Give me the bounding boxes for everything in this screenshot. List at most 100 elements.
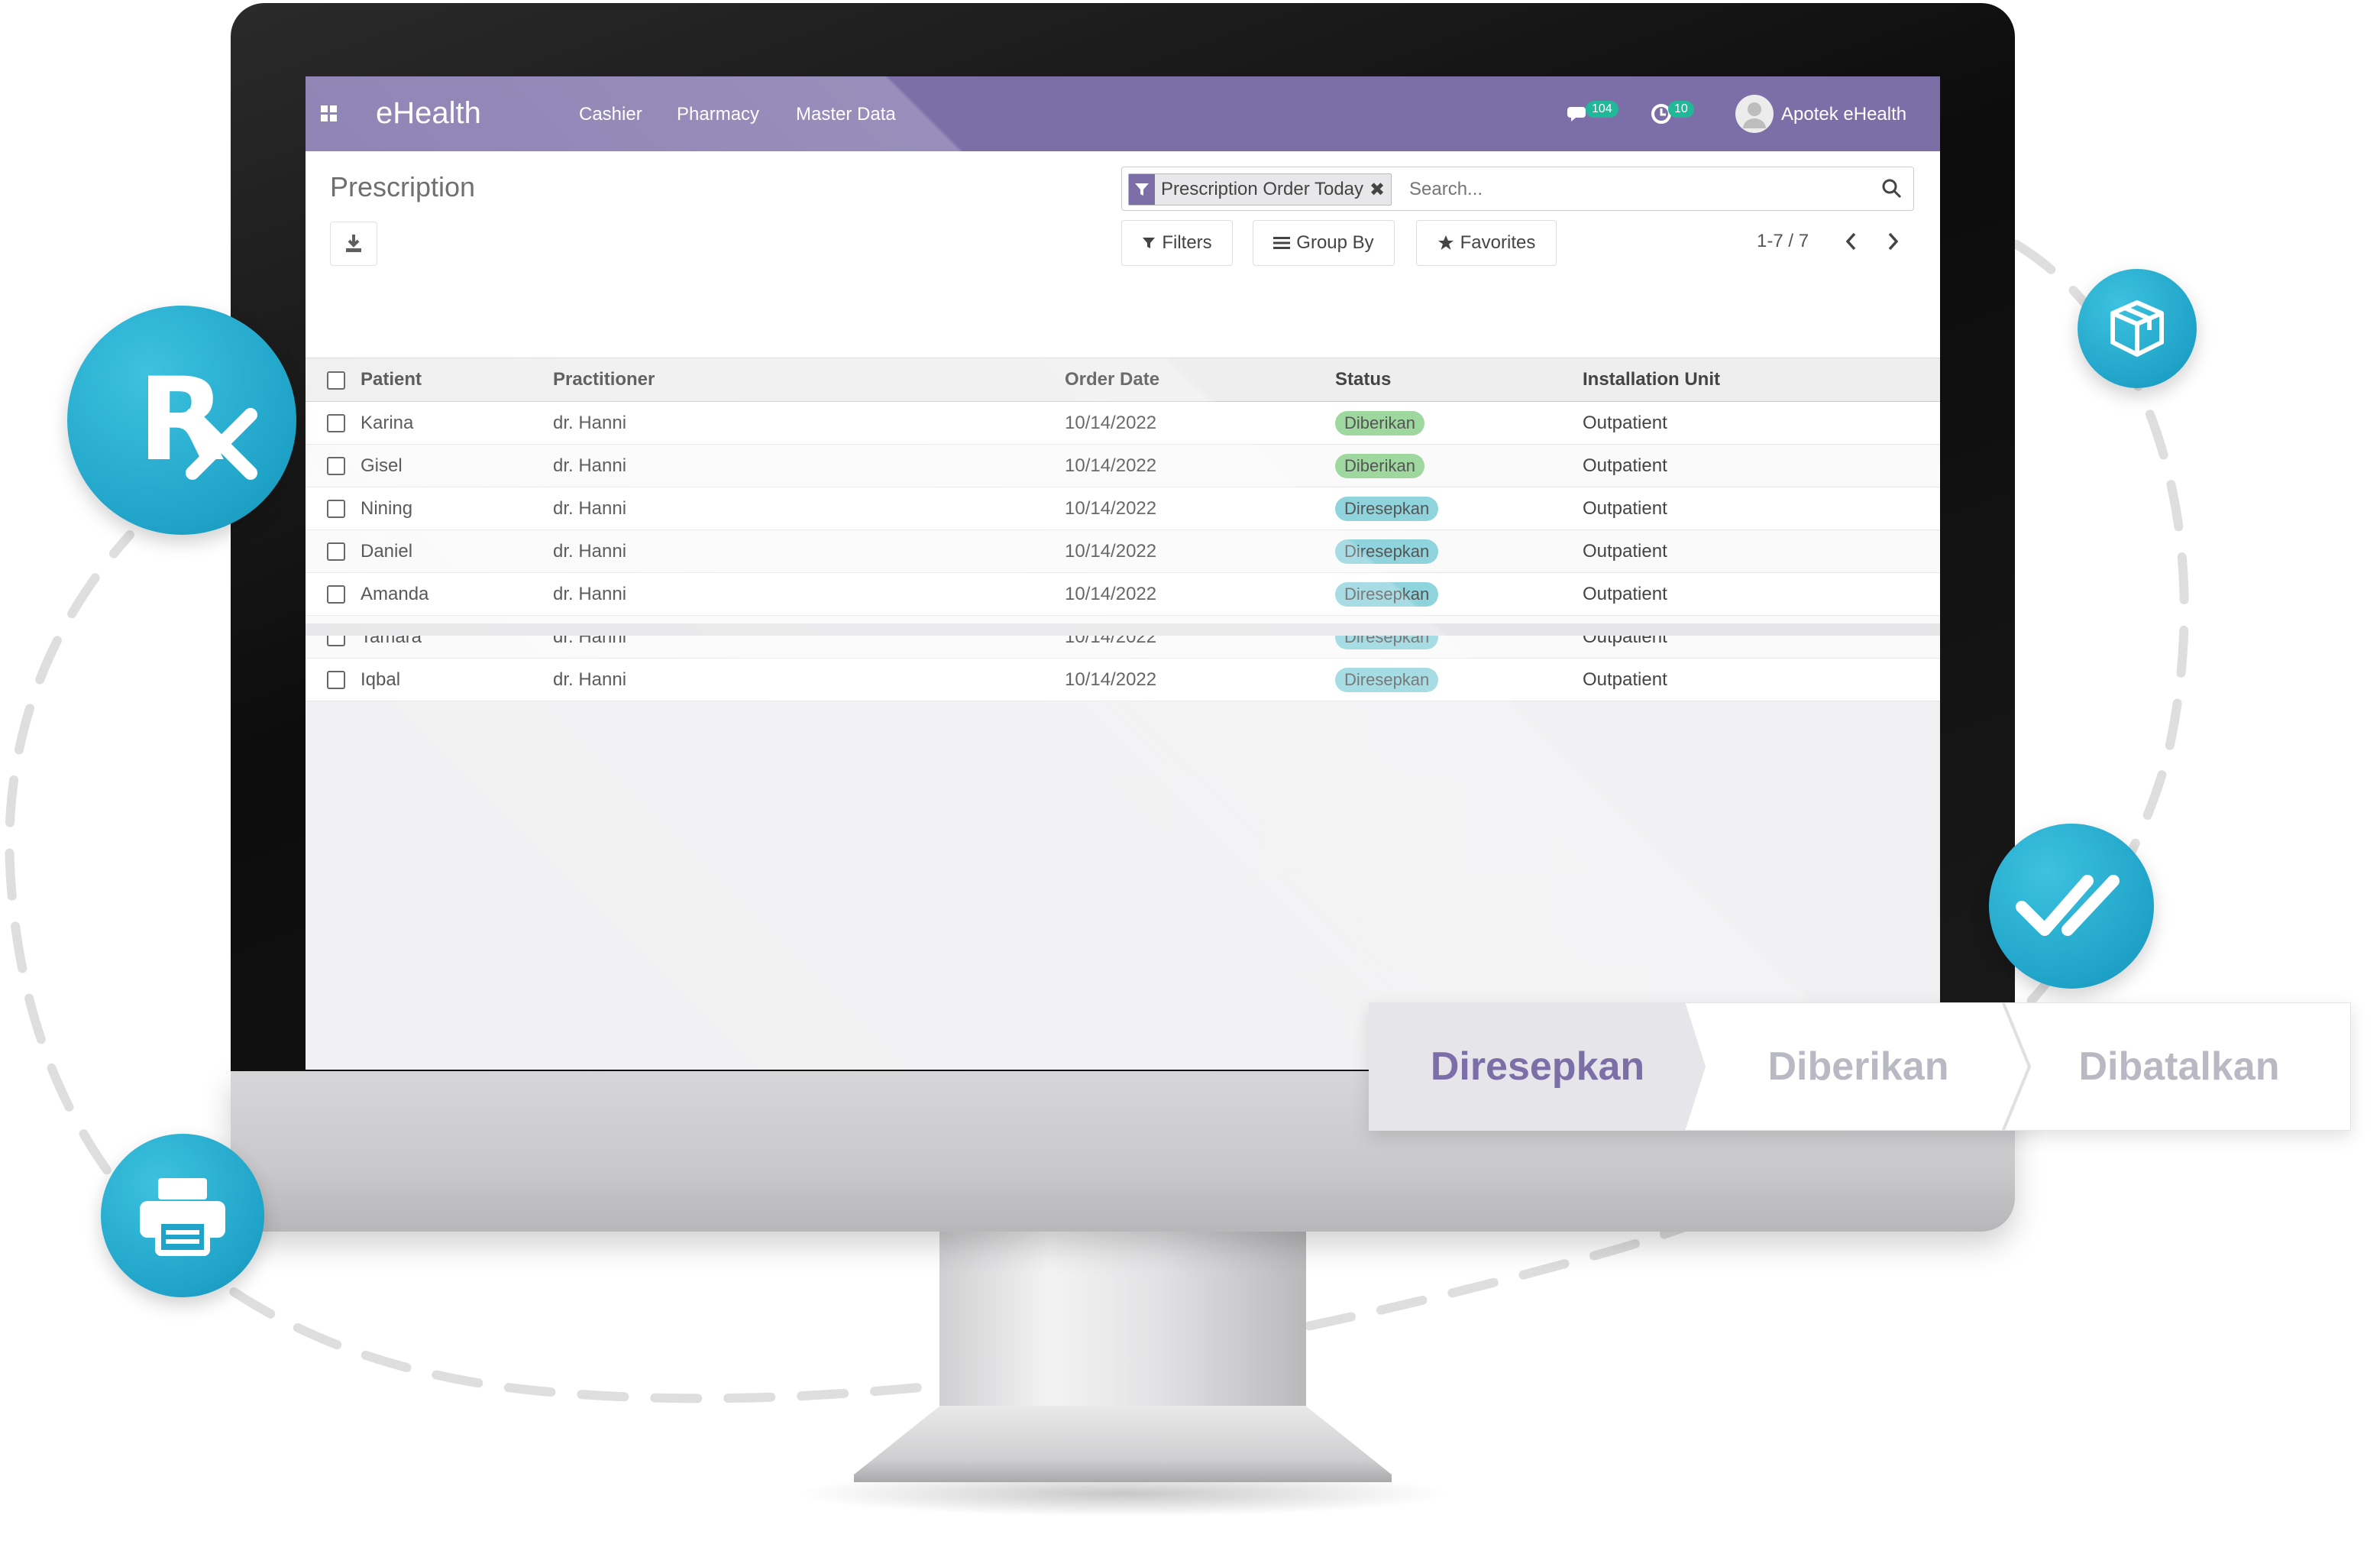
practitioner-cell[interactable]: dr. Hanni (553, 615, 1065, 659)
brand-name[interactable]: eHealth (376, 96, 481, 131)
installation-unit-cell[interactable]: Outpatient (1583, 658, 1940, 701)
double-check-icon (2016, 875, 2120, 936)
pager-value[interactable]: 1-7 / 7 (1757, 231, 1809, 252)
order-date-cell[interactable]: 10/14/2022 (1065, 529, 1335, 573)
stage-diresepkan-active[interactable]: Diresepkan (1369, 1003, 1706, 1130)
installation-unit-cell[interactable]: Outpatient (1583, 572, 1940, 616)
order-date-cell[interactable]: 10/14/2022 (1065, 658, 1335, 701)
patient-cell[interactable]: Daniel (361, 529, 553, 573)
table-footer-bar (306, 623, 1940, 636)
status-cell[interactable]: Diresepkan (1335, 487, 1583, 530)
apps-menu-icon[interactable] (321, 105, 338, 122)
status-cell[interactable]: Diberikan (1335, 401, 1583, 445)
practitioner-cell[interactable]: dr. Hanni (553, 572, 1065, 616)
chevron-left-icon[interactable] (1842, 231, 1861, 252)
row-checkbox[interactable] (327, 671, 345, 690)
status-badge: Diresepkan (1335, 581, 1439, 607)
messages-count-badge: 104 (1586, 101, 1618, 118)
status-badge: Diberikan (1335, 410, 1424, 435)
table-row[interactable]: Nining dr. Hanni 10/14/2022 Diresepkan O… (306, 487, 1940, 530)
practitioner-cell[interactable]: dr. Hanni (553, 401, 1065, 445)
row-select-cell (306, 401, 361, 445)
practitioner-cell[interactable]: dr. Hanni (553, 444, 1065, 487)
user-name[interactable]: Apotek eHealth (1781, 104, 1906, 125)
patient-cell[interactable]: Nining (361, 487, 553, 530)
cube-badge (2078, 269, 2197, 388)
table-row[interactable]: Karina dr. Hanni 10/14/2022 Diberikan Ou… (306, 401, 1940, 445)
status-cell[interactable]: Diresepkan (1335, 615, 1583, 659)
installation-unit-cell[interactable]: Outpatient (1583, 401, 1940, 445)
star-icon (1437, 235, 1454, 250)
stage-separator-icon (2002, 1003, 2032, 1130)
installation-unit-cell[interactable]: Outpatient (1583, 444, 1940, 487)
order-date-cell[interactable]: 10/14/2022 (1065, 572, 1335, 616)
patient-cell[interactable]: Tamara (361, 615, 553, 659)
search-icon[interactable] (1881, 178, 1903, 199)
group-by-button[interactable]: Group By (1253, 220, 1395, 266)
row-checkbox[interactable] (327, 542, 345, 562)
row-select-cell (306, 487, 361, 530)
stage-diberikan[interactable]: Diberikan (1690, 1003, 2026, 1130)
facet-label: Prescription Order Today (1161, 179, 1364, 199)
order-date-cell[interactable]: 10/14/2022 (1065, 444, 1335, 487)
column-header-status[interactable]: Status (1335, 358, 1583, 402)
order-date-cell[interactable]: 10/14/2022 (1065, 615, 1335, 659)
status-cell[interactable]: Diresepkan (1335, 658, 1583, 701)
monitor-stand-base (854, 1406, 1392, 1482)
patient-cell[interactable]: Iqbal (361, 658, 553, 701)
filters-button[interactable]: Filters (1121, 220, 1233, 266)
facet-remove-icon[interactable]: ✖ (1369, 179, 1391, 201)
practitioner-cell[interactable]: dr. Hanni (553, 487, 1065, 530)
table-row[interactable]: Amanda dr. Hanni 10/14/2022 Diresepkan O… (306, 572, 1940, 616)
row-select-cell (306, 615, 361, 659)
order-date-cell[interactable]: 10/14/2022 (1065, 487, 1335, 530)
column-header-practitioner[interactable]: Practitioner (553, 358, 1065, 402)
chevron-right-icon[interactable] (1884, 231, 1902, 252)
cube-icon (2110, 300, 2164, 357)
column-header-order-date[interactable]: Order Date (1065, 358, 1335, 402)
nav-cashier[interactable]: Cashier (579, 104, 642, 125)
status-badge: Diresepkan (1335, 667, 1439, 692)
user-avatar[interactable] (1735, 95, 1774, 133)
row-checkbox[interactable] (327, 457, 345, 476)
column-header-installation-unit[interactable]: Installation Unit (1583, 358, 1940, 402)
status-cell[interactable]: Diberikan (1335, 444, 1583, 487)
patient-cell[interactable]: Amanda (361, 572, 553, 616)
column-header-patient[interactable]: Patient (361, 358, 553, 402)
order-date-cell[interactable]: 10/14/2022 (1065, 401, 1335, 445)
search-bar[interactable]: Prescription Order Today ✖ (1121, 167, 1914, 211)
patient-cell[interactable]: Karina (361, 401, 553, 445)
nav-pharmacy[interactable]: Pharmacy (677, 104, 759, 125)
table-row[interactable]: Tamara dr. Hanni 10/14/2022 Diresepkan O… (306, 615, 1940, 659)
row-checkbox[interactable] (327, 414, 345, 433)
table-row[interactable]: Iqbal dr. Hanni 10/14/2022 Diresepkan Ou… (306, 658, 1940, 701)
nav-master-data[interactable]: Master Data (796, 104, 896, 125)
practitioner-cell[interactable]: dr. Hanni (553, 658, 1065, 701)
installation-unit-cell[interactable]: Outpatient (1583, 487, 1940, 530)
row-select-cell (306, 444, 361, 487)
row-checkbox[interactable] (327, 585, 345, 604)
row-checkbox[interactable] (327, 500, 345, 519)
search-facet[interactable]: Prescription Order Today ✖ (1128, 173, 1392, 206)
installation-unit-cell[interactable]: Outpatient (1583, 529, 1940, 573)
group-by-label: Group By (1296, 232, 1374, 253)
patient-cell[interactable]: Gisel (361, 444, 553, 487)
table-row[interactable]: Daniel dr. Hanni 10/14/2022 Diresepkan O… (306, 529, 1940, 573)
printer-icon (140, 1178, 225, 1256)
favorites-button[interactable]: Favorites (1416, 220, 1557, 266)
approved-badge (1989, 824, 2154, 989)
select-all-checkbox[interactable] (327, 371, 345, 390)
stage-dibatalkan[interactable]: Dibatalkan (2011, 1003, 2347, 1130)
installation-unit-cell[interactable]: Outpatient (1583, 615, 1940, 659)
download-button[interactable] (330, 222, 377, 266)
status-cell[interactable]: Diresepkan (1335, 572, 1583, 616)
status-cell[interactable]: Diresepkan (1335, 529, 1583, 573)
app-screen: eHealth Cashier Pharmacy Master Data 104… (306, 76, 1940, 1070)
table-row[interactable]: Gisel dr. Hanni 10/14/2022 Diberikan Out… (306, 444, 1940, 487)
filter-facet-icon (1129, 174, 1155, 205)
practitioner-cell[interactable]: dr. Hanni (553, 529, 1065, 573)
search-input[interactable] (1408, 175, 1869, 204)
rx-badge: R (67, 306, 296, 535)
top-navbar: eHealth Cashier Pharmacy Master Data 104… (306, 76, 1940, 151)
prescription-table: Patient Practitioner Order Date Status I… (306, 358, 1940, 701)
